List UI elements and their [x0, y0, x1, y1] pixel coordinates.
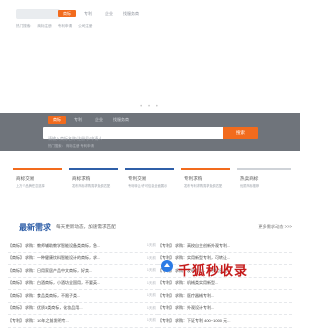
- category-title: 热卖商标: [240, 176, 259, 181]
- list-item[interactable]: 【专利】 求购：机械类实用新型...: [158, 278, 292, 290]
- sub-nav-label: 热门搜索:: [16, 24, 32, 28]
- search-tab-trademark[interactable]: 商标: [48, 116, 66, 124]
- item-tag: 【商标】: [8, 242, 24, 248]
- top-nav-item-provider[interactable]: 找服务商: [121, 10, 141, 17]
- item-text: 求购：高校自主创新外观专利...: [175, 242, 231, 248]
- watermark-logo-icon: [161, 260, 173, 272]
- category-subtitle: 发布专利求购需求免费匹配: [184, 184, 223, 188]
- category-card-hot-trademark[interactable]: 热卖商标 优质商标推荐: [237, 168, 291, 210]
- item-text: 求购：外观设计专利...: [175, 305, 215, 311]
- category-title: 商标交易: [16, 176, 35, 181]
- list-item[interactable]: 【商标】 求购：白酒商标，小酒坊全国用，不要英... 1天前: [8, 278, 158, 290]
- demand-list-right: 【专利】 求购：高校自主创新外观专利... 【专利】 求购：实用新型专利，可转让..…: [158, 240, 292, 328]
- item-date: 1天前: [146, 293, 156, 298]
- top-nav-item-company[interactable]: 企业: [100, 10, 118, 17]
- item-text: 求购：医疗器械专利...: [175, 292, 215, 298]
- category-subtitle: 发布商标求购需求免费匹配: [72, 184, 111, 188]
- item-tag: 【专利】: [158, 305, 174, 311]
- item-text: 求购：一种健康饮料智能设计的商标，求...: [25, 255, 101, 261]
- item-tag: 【专利】: [158, 292, 174, 298]
- item-date: 1天前: [146, 305, 156, 310]
- list-item[interactable]: 【商标】 求购：优质3类商标，化妆品用... 1天前: [8, 303, 158, 315]
- sub-nav-link[interactable]: 公司注册: [78, 24, 92, 29]
- category-subtitle: 上万个品牌任意选择: [16, 184, 45, 188]
- item-tag: 【商标】: [8, 267, 24, 273]
- carousel-dots[interactable]: • • •: [0, 104, 300, 110]
- list-item[interactable]: 【专利】 求购：下证专利 400~1000 元...: [158, 315, 292, 328]
- top-nav: 商标 专利 企业 找服务商: [58, 10, 141, 17]
- item-tag: 【专利】: [8, 317, 24, 323]
- category-title: 专利求购: [184, 176, 203, 181]
- sub-nav: 热门搜索: 商标注册 专利申请 公司注册: [16, 24, 93, 29]
- list-item[interactable]: 【商标】 求购：日用家居产品中文商标，好卖... 1天前: [8, 265, 158, 278]
- hot-search-hint: 热门搜索： 商标注册 专利申请: [48, 144, 94, 148]
- category-card-trademark-buy[interactable]: 商标求购 发布商标求购需求免费匹配: [69, 168, 118, 210]
- item-text: 求购：机械类实用新型...: [175, 280, 219, 286]
- site-logo[interactable]: [16, 9, 60, 19]
- list-item[interactable]: 【专利】 求购：外观设计专利...: [158, 303, 292, 315]
- item-date: 1天前: [146, 318, 156, 323]
- search-tabs: 商标 专利 企业 找服务商: [48, 116, 131, 124]
- search-hero: 商标 专利 企业 找服务商 搜索 热门搜索： 商标注册 专利申请: [0, 113, 300, 151]
- top-nav-item-patent[interactable]: 专利: [79, 10, 97, 17]
- top-nav-item-trademark[interactable]: 商标: [58, 10, 76, 17]
- item-text: 求购：食品类商标，不限子类...: [25, 292, 81, 298]
- category-card-patent-trade[interactable]: 专利交易 专利转让/许可信息全面展示: [125, 168, 174, 210]
- list-item[interactable]: 【商标】 求购：一种健康饮料智能设计的商标，求... 1天前: [8, 253, 158, 265]
- category-title: 商标求购: [72, 176, 91, 181]
- category-title: 专利交易: [128, 176, 147, 181]
- category-card-patent-buy[interactable]: 专利求购 发布专利求购需求免费匹配: [181, 168, 230, 210]
- item-text: 求购：白酒商标，小酒坊全国用，不要英...: [25, 280, 101, 286]
- item-date: 1天前: [146, 268, 156, 273]
- category-cards: 商标交易 上万个品牌任意选择 商标求购 发布商标求购需求免费匹配 专利交易 专利…: [13, 168, 293, 210]
- demand-list-left: 【商标】 求购：教师辅助教学智能设备类商标，急... 1天前 【商标】 求购：一种健康…: [8, 240, 158, 328]
- item-text: 求购：下证专利 400~1000 元...: [175, 317, 231, 323]
- list-item[interactable]: 【专利】 求购：医疗器械专利...: [158, 290, 292, 303]
- item-tag: 【专利】: [158, 242, 174, 248]
- item-tag: 【商标】: [8, 305, 24, 311]
- section-title: 最新需求: [19, 223, 51, 232]
- search-box: [43, 127, 223, 145]
- list-item[interactable]: 【商标】 求购：教师辅助教学智能设备类商标，急... 1天前: [8, 240, 158, 253]
- item-text: 求购：10年之前发明专...: [25, 317, 69, 323]
- item-date: 1天前: [146, 280, 156, 285]
- item-tag: 【商标】: [8, 292, 24, 298]
- item-tag: 【商标】: [8, 255, 24, 261]
- item-date: 1天前: [146, 243, 156, 248]
- list-item[interactable]: 【专利】 求购：10年之前发明专... 1天前: [8, 315, 158, 328]
- sub-nav-link[interactable]: 专利申请: [58, 24, 72, 29]
- search-tab-provider[interactable]: 找服务商: [111, 116, 131, 124]
- item-tag: 【商标】: [8, 280, 24, 286]
- category-subtitle: 专利转让/许可信息全面展示: [128, 184, 168, 188]
- watermark-text: 千狐秒收录: [178, 263, 249, 278]
- item-text: 求购：日用家居产品中文商标，好卖...: [25, 267, 93, 273]
- item-date: 1天前: [146, 255, 156, 260]
- category-subtitle: 优质商标推荐: [240, 184, 260, 188]
- category-card-trademark-trade[interactable]: 商标交易 上万个品牌任意选择: [13, 168, 62, 210]
- list-item[interactable]: 【专利】 求购：高校自主创新外观专利...: [158, 240, 292, 253]
- search-tab-patent[interactable]: 专利: [69, 116, 87, 124]
- search-button[interactable]: 搜索: [223, 127, 258, 139]
- item-tag: 【专利】: [158, 280, 174, 286]
- more-demands-link[interactable]: 更多需求动态 >>>: [258, 224, 292, 230]
- search-tab-company[interactable]: 企业: [90, 116, 108, 124]
- section-subtitle: 每天更新动态，加速需求匹配: [56, 224, 116, 229]
- item-tag: 【专利】: [158, 317, 174, 323]
- sub-nav-link[interactable]: 商标注册: [37, 24, 51, 29]
- item-text: 求购：优质3类商标，化妆品用...: [25, 305, 83, 311]
- item-text: 求购：教师辅助教学智能设备类商标，急...: [25, 242, 101, 248]
- list-item[interactable]: 【商标】 求购：食品类商标，不限子类... 1天前: [8, 290, 158, 303]
